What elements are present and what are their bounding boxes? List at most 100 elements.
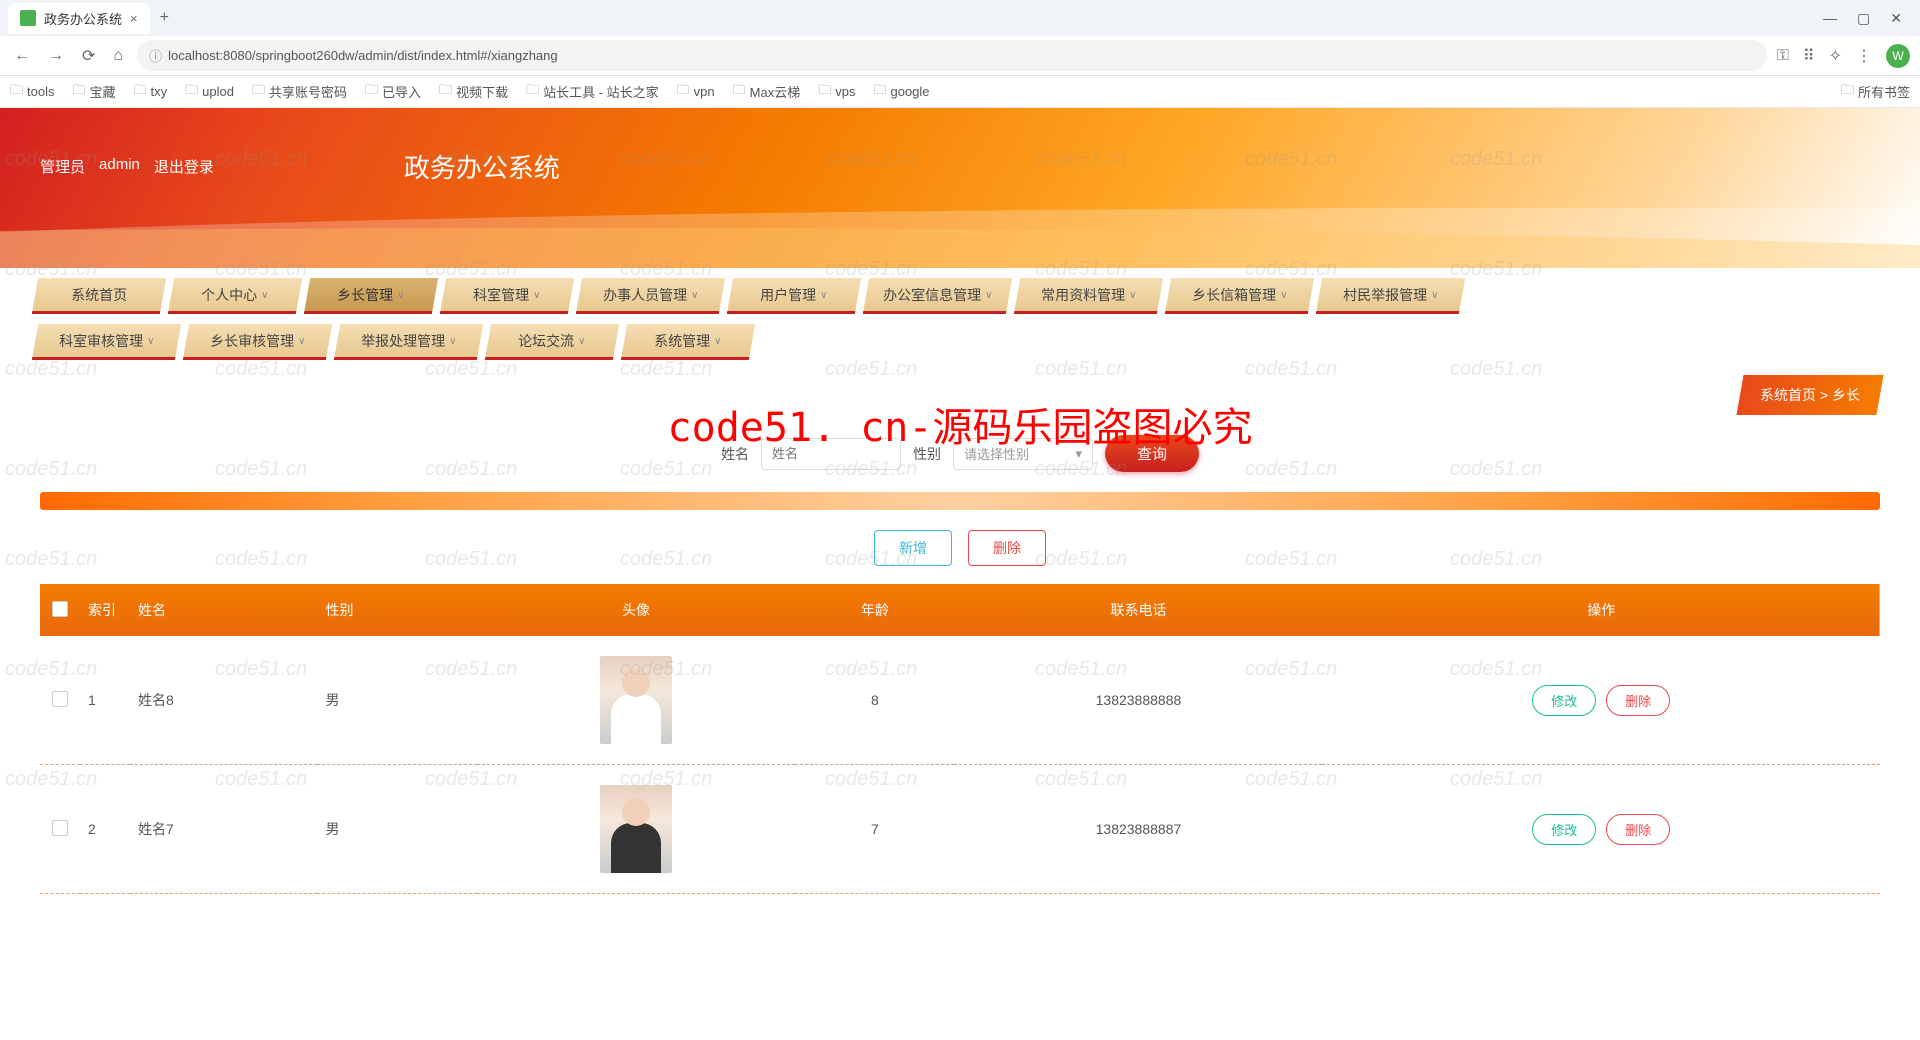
bookmark-item[interactable]: 🗀txy xyxy=(134,81,168,103)
col-age: 年龄 xyxy=(795,584,954,636)
query-button[interactable]: 查询 xyxy=(1105,435,1199,472)
new-tab-button[interactable]: + xyxy=(160,9,169,27)
gender-select[interactable]: 请选择性别 ▾ xyxy=(953,438,1093,470)
nav-tab[interactable]: 乡长审核管理∨ xyxy=(183,324,332,360)
nav-tab[interactable]: 科室审核管理∨ xyxy=(32,324,181,360)
tab-favicon xyxy=(20,10,36,26)
chevron-down-icon: ∨ xyxy=(262,289,269,300)
bookmark-item[interactable]: 🗀tools xyxy=(10,81,54,103)
cell-name: 姓名8 xyxy=(130,636,317,765)
col-gender: 性别 xyxy=(317,584,476,636)
bookmark-item[interactable]: 🗀宝藏 xyxy=(72,81,115,103)
key-icon[interactable]: ⚿ xyxy=(1777,47,1789,65)
chevron-down-icon: ∨ xyxy=(398,289,405,300)
chevron-down-icon: ∨ xyxy=(449,335,456,346)
header-banner: 管理员 admin 退出登录 政务办公系统 xyxy=(0,108,1920,268)
window-controls: — ▢ ✕ xyxy=(1823,10,1912,27)
home-icon[interactable]: ⌂ xyxy=(109,47,127,65)
row-checkbox[interactable] xyxy=(52,691,68,707)
bookmark-item[interactable]: 🗀站长工具 - 站长之家 xyxy=(526,81,659,103)
system-title: 政务办公系统 xyxy=(404,148,560,185)
col-phone: 联系电话 xyxy=(954,584,1322,636)
url-input[interactable]: ⓘ localhost:8080/springboot260dw/admin/d… xyxy=(137,40,1767,71)
chevron-down-icon: ∨ xyxy=(147,335,154,346)
nav-tab[interactable]: 举报处理管理∨ xyxy=(334,324,483,360)
site-info-icon: ⓘ xyxy=(149,46,162,65)
bookmark-item[interactable]: 🗀视频下载 xyxy=(439,81,508,103)
address-bar: ← → ⟳ ⌂ ⓘ localhost:8080/springboot260dw… xyxy=(0,36,1920,76)
breadcrumb-current: 乡长 xyxy=(1832,387,1860,403)
nav-tab[interactable]: 乡长管理∨ xyxy=(304,278,438,314)
nav-tab[interactable]: 用户管理∨ xyxy=(727,278,861,314)
browser-tab-strip: 政务办公系统 × + — ▢ ✕ xyxy=(0,0,1920,36)
row-delete-button[interactable]: 删除 xyxy=(1606,685,1670,716)
nav-tab[interactable]: 办事人员管理∨ xyxy=(576,278,725,314)
cell-name: 姓名7 xyxy=(130,765,317,894)
gender-label: 性别 xyxy=(913,444,941,464)
nav-tab[interactable]: 常用资料管理∨ xyxy=(1014,278,1163,314)
nav-tab[interactable]: 系统管理∨ xyxy=(621,324,755,360)
chevron-down-icon: ∨ xyxy=(985,289,992,300)
chevron-down-icon: ∨ xyxy=(298,335,305,346)
delete-button[interactable]: 删除 xyxy=(968,530,1046,566)
chevron-down-icon: ∨ xyxy=(1129,289,1136,300)
bookmarks-bar: 🗀tools 🗀宝藏 🗀txy 🗀uplod 🗀共享账号密码 🗀已导入 🗀视频下载 🗀站长工具… xyxy=(0,76,1920,108)
main-nav: 系统首页个人中心∨乡长管理∨科室管理∨办事人员管理∨用户管理∨办公室信息管理∨常… xyxy=(0,268,1920,375)
username: admin xyxy=(99,156,140,177)
chevron-down-icon: ∨ xyxy=(579,335,586,346)
menu-icon[interactable]: ⋮ xyxy=(1856,46,1872,66)
maximize-icon[interactable]: ▢ xyxy=(1857,10,1870,27)
col-name: 姓名 xyxy=(130,584,317,636)
cell-phone: 13823888887 xyxy=(954,765,1322,894)
cell-age: 7 xyxy=(795,765,954,894)
close-window-icon[interactable]: ✕ xyxy=(1890,10,1902,27)
minimize-icon[interactable]: — xyxy=(1823,10,1837,27)
edit-button[interactable]: 修改 xyxy=(1532,814,1596,845)
bookmark-item[interactable]: 🗀共享账号密码 xyxy=(252,81,347,103)
close-icon[interactable]: × xyxy=(130,11,138,26)
cell-age: 8 xyxy=(795,636,954,765)
bookmark-item[interactable]: 🗀vps xyxy=(818,81,855,103)
edit-button[interactable]: 修改 xyxy=(1532,685,1596,716)
tab-title: 政务办公系统 xyxy=(44,9,122,28)
logout-link[interactable]: 退出登录 xyxy=(154,156,214,177)
extensions-icon[interactable]: ✧ xyxy=(1829,46,1842,66)
nav-tab[interactable]: 科室管理∨ xyxy=(440,278,574,314)
bookmark-item[interactable]: 🗀已导入 xyxy=(365,81,421,103)
bookmark-item[interactable]: 🗀google xyxy=(873,81,929,103)
url-text: localhost:8080/springboot260dw/admin/dis… xyxy=(168,48,558,63)
nav-tab[interactable]: 个人中心∨ xyxy=(168,278,302,314)
name-input[interactable] xyxy=(761,438,901,470)
row-checkbox[interactable] xyxy=(52,820,68,836)
reload-icon[interactable]: ⟳ xyxy=(78,46,99,66)
row-delete-button[interactable]: 删除 xyxy=(1606,814,1670,845)
bookmark-item[interactable]: 🗀uplod xyxy=(185,81,234,103)
breadcrumb-home[interactable]: 系统首页 xyxy=(1760,387,1816,403)
nav-tab[interactable]: 论坛交流∨ xyxy=(485,324,619,360)
back-icon[interactable]: ← xyxy=(10,47,34,65)
table-row: 1姓名8男813823888888修改删除 xyxy=(40,636,1880,765)
chevron-down-icon: ∨ xyxy=(715,335,722,346)
browser-tab[interactable]: 政务办公系统 × xyxy=(8,3,150,34)
nav-tab[interactable]: 乡长信箱管理∨ xyxy=(1165,278,1314,314)
profile-avatar[interactable]: W xyxy=(1886,44,1910,68)
translate-icon[interactable]: ⠿ xyxy=(1803,46,1815,66)
data-table: 索引 姓名 性别 头像 年龄 联系电话 操作 1姓名8男813823888888… xyxy=(40,584,1880,894)
col-index: 索引 xyxy=(80,584,130,636)
bookmark-item[interactable]: 🗀Max云梯 xyxy=(733,81,801,103)
cell-phone: 13823888888 xyxy=(954,636,1322,765)
forward-icon[interactable]: → xyxy=(44,47,68,65)
name-label: 姓名 xyxy=(721,444,749,464)
bookmark-item[interactable]: 🗀vpn xyxy=(677,81,715,103)
cell-gender: 男 xyxy=(317,765,476,894)
nav-tab[interactable]: 村民举报管理∨ xyxy=(1316,278,1465,314)
add-button[interactable]: 新增 xyxy=(874,530,952,566)
nav-tab[interactable]: 办公室信息管理∨ xyxy=(863,278,1012,314)
chevron-down-icon: ▾ xyxy=(1075,446,1082,462)
role-label: 管理员 xyxy=(40,156,85,177)
avatar-image xyxy=(600,785,672,873)
select-all-checkbox[interactable] xyxy=(52,601,68,617)
all-bookmarks[interactable]: 🗀所有书签 xyxy=(1841,81,1910,103)
col-avatar: 头像 xyxy=(477,584,796,636)
nav-tab[interactable]: 系统首页 xyxy=(32,278,166,314)
